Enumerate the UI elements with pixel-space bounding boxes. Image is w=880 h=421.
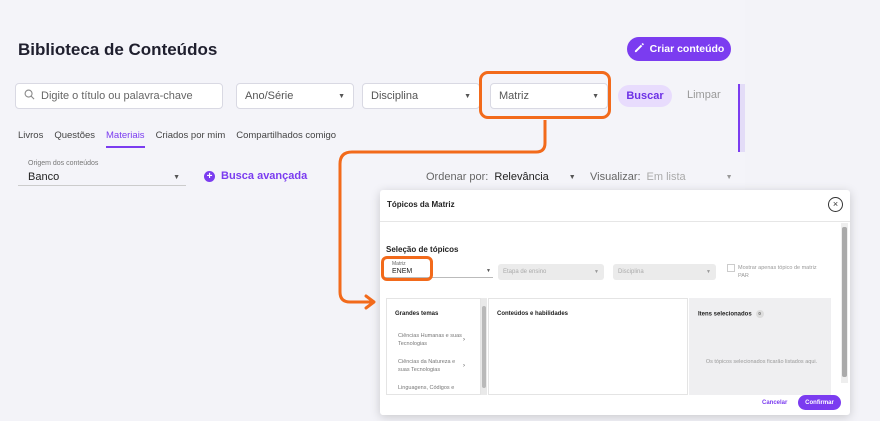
modal-scrollbar[interactable] (841, 223, 848, 383)
conteudos-column: Conteúdos e habilidades (488, 298, 688, 395)
modal-disciplina-placeholder: Disciplina (618, 269, 644, 275)
origem-value: Banco (28, 171, 60, 183)
visualizar-value: Em lista (646, 171, 686, 183)
tab-criados-por-mim[interactable]: Criados por mim (156, 130, 226, 148)
etapa-select[interactable]: Etapa de ensino ▼ (498, 264, 604, 280)
itens-selecionados-column: Itens selecionados 0 Os tópicos seleciona… (689, 298, 831, 395)
page-title: Biblioteca de Conteúdos (18, 40, 218, 59)
chevron-down-icon: ▼ (338, 92, 345, 100)
grandes-temas-column: Grandes temas Ciências Humanas e suas Te… (386, 298, 481, 395)
ano-serie-value: Ano/Série (245, 90, 294, 102)
disciplina-select[interactable]: Disciplina ▼ (362, 83, 480, 109)
topicos-modal: Tópicos da Matriz × Seleção de tópicos M… (380, 190, 850, 415)
library-page: Biblioteca de Conteúdos Criar conteúdo D… (0, 0, 745, 200)
create-content-button[interactable]: Criar conteúdo (627, 37, 731, 61)
ordenar-label: Ordenar por: (426, 171, 489, 183)
search-placeholder: Digite o título ou palavra-chave (41, 90, 193, 102)
plus-circle-icon: + (204, 170, 215, 182)
modal-divider (380, 221, 850, 222)
buscar-button[interactable]: Buscar (618, 85, 672, 107)
empty-selection-message: Os tópicos selecionados ficarão listados… (705, 359, 818, 365)
limpar-button[interactable]: Limpar (687, 89, 721, 101)
chevron-down-icon: ▼ (486, 268, 491, 274)
theme-item[interactable]: Ciências da Natureza e suas Tecnologias (398, 358, 468, 374)
par-checkbox-label: Mostrar apenas tópico de matriz PAR (738, 265, 817, 279)
topics-table: Grandes temas Ciências Humanas e suas Te… (386, 298, 831, 395)
itens-selecionados-header: Itens selecionados 0 (698, 310, 764, 318)
tab-questoes[interactable]: Questões (54, 130, 95, 148)
enem-highlight (381, 256, 433, 281)
chevron-down-icon: ▼ (568, 173, 576, 181)
modal-disciplina-select[interactable]: Disciplina ▼ (613, 264, 716, 280)
visualizar-label: Visualizar: (590, 171, 641, 183)
cancel-button[interactable]: Cancelar (762, 400, 787, 406)
origem-select[interactable]: Origem dos conteúdos Banco ▼ (18, 160, 186, 186)
theme-item[interactable]: Linguagens, Códigos e (398, 384, 468, 392)
chevron-down-icon: ▼ (173, 174, 180, 181)
ordenar-select[interactable]: Ordenar por: Relevância ▼ (426, 171, 576, 183)
origem-label: Origem dos conteúdos (28, 160, 99, 167)
grandes-temas-header: Grandes temas (395, 311, 439, 317)
theme-item[interactable]: Ciências Humanas e suas Tecnologias (398, 332, 468, 348)
chevron-down-icon: ▼ (725, 173, 733, 181)
search-input[interactable]: Digite o título ou palavra-chave (15, 83, 223, 109)
chevron-right-icon: › (463, 363, 465, 369)
disciplina-value: Disciplina (371, 90, 419, 102)
ordenar-value: Relevância (494, 171, 549, 183)
search-icon (24, 89, 35, 103)
tab-compartilhados-comigo[interactable]: Compartilhados comigo (236, 130, 336, 148)
matriz-highlight (479, 71, 611, 119)
selected-count-badge: 0 (755, 310, 764, 318)
visualizar-select[interactable]: Visualizar: Em lista ▼ (590, 171, 733, 183)
modal-scroll-thumb[interactable] (842, 227, 847, 377)
pencil-icon (634, 42, 645, 56)
busca-avancada-link[interactable]: + Busca avançada (204, 170, 307, 182)
chevron-right-icon: › (463, 337, 465, 343)
chevron-down-icon: ▼ (706, 269, 711, 275)
close-icon[interactable]: × (828, 197, 843, 212)
tab-materiais[interactable]: Materiais (106, 130, 145, 148)
par-checkbox[interactable] (727, 264, 735, 272)
chevron-down-icon: ▼ (464, 92, 471, 100)
create-content-label: Criar conteúdo (649, 43, 725, 55)
side-panel-edge (738, 84, 745, 152)
tab-livros[interactable]: Livros (18, 130, 43, 148)
etapa-placeholder: Etapa de ensino (503, 269, 547, 275)
chevron-down-icon: ▼ (594, 269, 599, 275)
busca-avancada-label: Busca avançada (221, 170, 308, 182)
itens-selecionados-label: Itens selecionados (698, 311, 752, 318)
themes-scrollbar[interactable] (481, 298, 487, 395)
content-tabs: Livros Questões Materiais Criados por mi… (18, 130, 336, 148)
themes-scroll-thumb[interactable] (482, 306, 486, 388)
confirm-button[interactable]: Confirmar (798, 395, 841, 410)
modal-title: Tópicos da Matriz (387, 200, 455, 209)
ano-serie-select[interactable]: Ano/Série ▼ (236, 83, 354, 109)
section-title: Seleção de tópicos (386, 245, 459, 254)
conteudos-header: Conteúdos e habilidades (497, 311, 569, 317)
